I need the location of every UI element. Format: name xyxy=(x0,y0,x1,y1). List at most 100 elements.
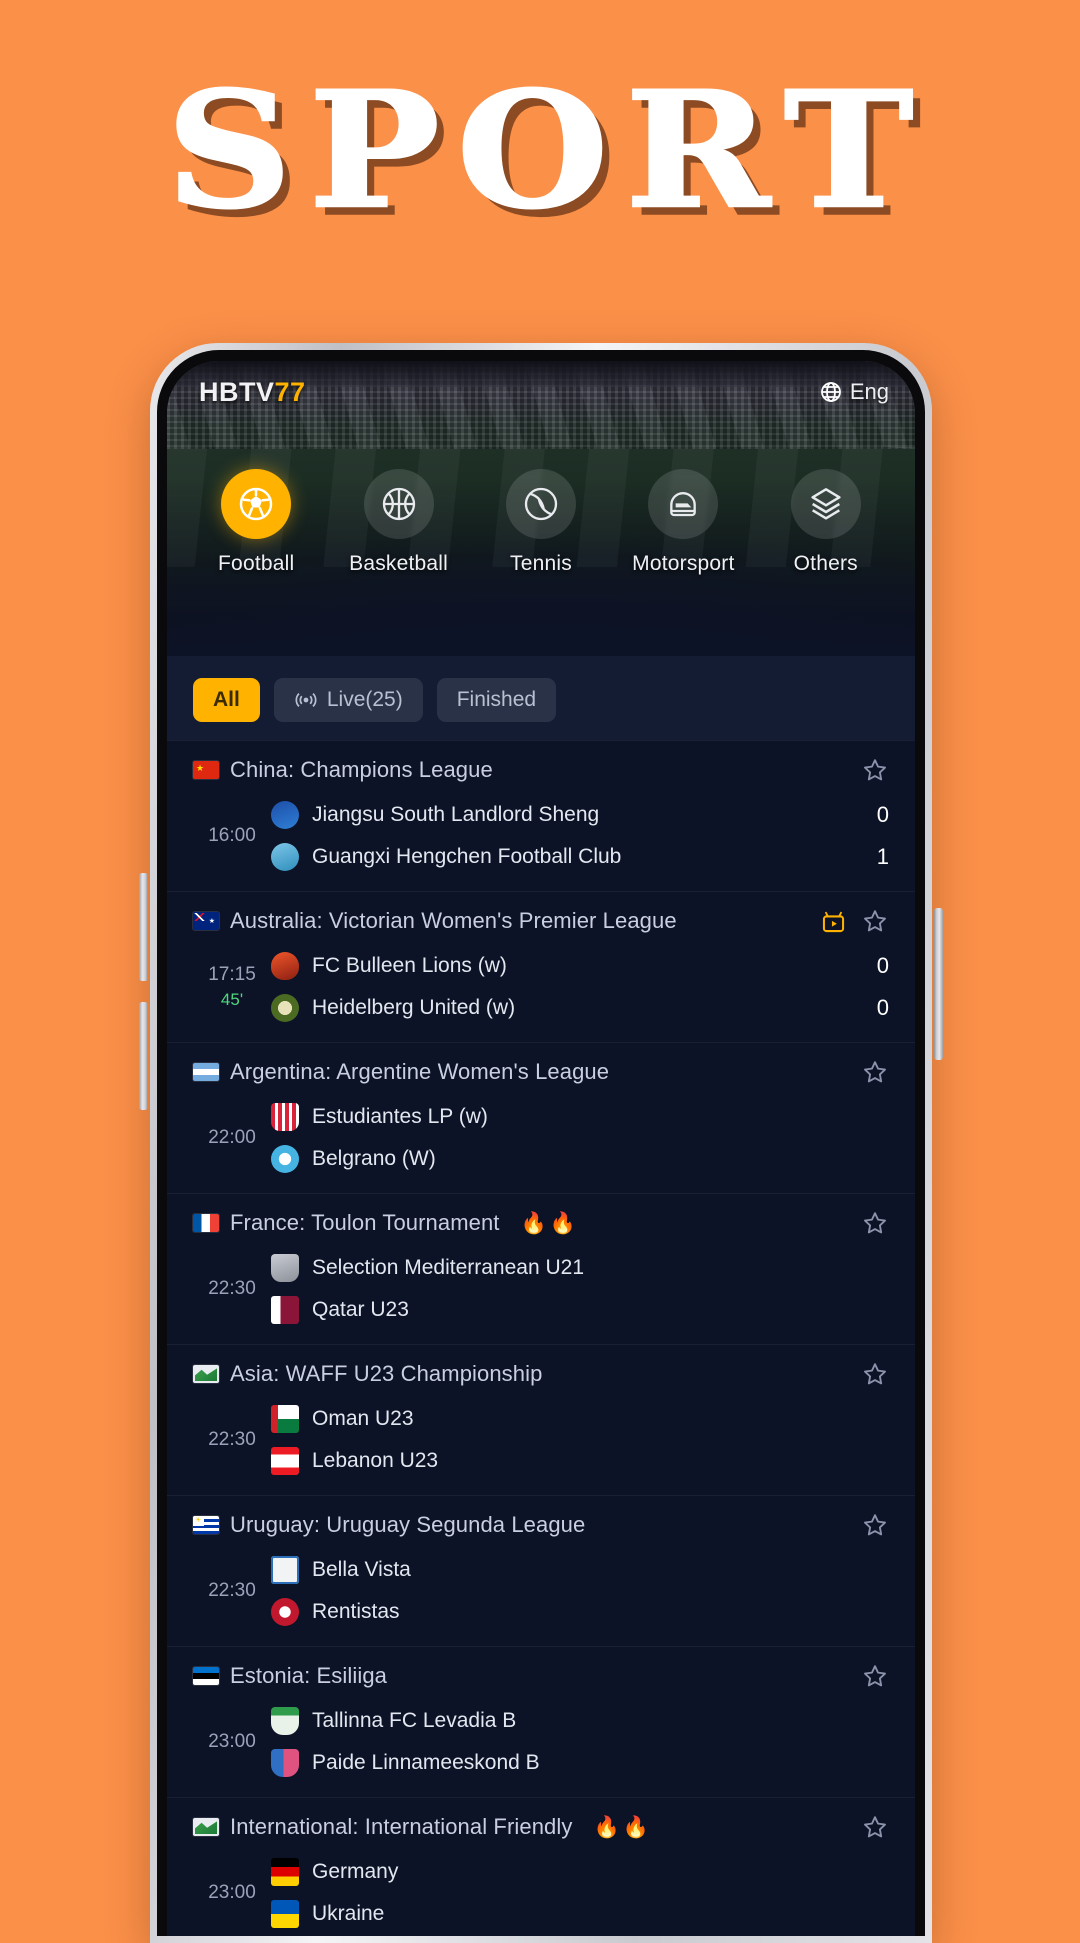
match-list-area: All Live(25) Finished ★ China: Champions… xyxy=(167,656,915,1936)
filter-all[interactable]: All xyxy=(193,678,260,722)
team-crest-icon xyxy=(271,1556,299,1584)
league-group: Asia: WAFF U23 Championship 22:30 Oman U… xyxy=(167,1344,915,1495)
match-row[interactable]: 22:30 Oman U23 Lebanon U23 xyxy=(167,1401,915,1491)
team-name: Tallinna FC Levadia B xyxy=(312,1709,517,1732)
match-scores xyxy=(829,1405,889,1475)
match-time: 23:00 xyxy=(193,1707,271,1777)
match-scores xyxy=(829,1707,889,1777)
team-crest-icon xyxy=(271,1405,299,1433)
league-group: International: International Friendly 🔥 🔥… xyxy=(167,1797,915,1936)
match-live-minute: 45' xyxy=(220,990,244,1009)
league-header[interactable]: Asia: WAFF U23 Championship xyxy=(167,1345,915,1401)
flag-icon xyxy=(193,1667,219,1685)
match-time: 22:30 xyxy=(193,1405,271,1475)
category-basketball[interactable]: Basketball xyxy=(335,469,463,576)
team-crest-icon xyxy=(271,952,299,980)
page-title: SPORT xyxy=(165,55,931,245)
league-actions xyxy=(861,1360,889,1388)
team-away: Ukraine xyxy=(271,1900,829,1928)
league-group: Argentina: Argentine Women's League 22:0… xyxy=(167,1042,915,1193)
league-name: Australia: Victorian Women's Premier Lea… xyxy=(230,908,677,933)
volume-up-button[interactable] xyxy=(139,873,148,981)
league-header[interactable]: ★ China: Champions League xyxy=(167,741,915,797)
league-actions xyxy=(861,1662,889,1690)
flag-icon xyxy=(193,1818,219,1836)
category-tennis[interactable]: Tennis xyxy=(477,469,605,576)
match-row[interactable]: 22:00 Estudiantes LP (w) Belgrano (W) xyxy=(167,1099,915,1189)
favorite-star-icon[interactable] xyxy=(861,1511,889,1539)
language-switcher[interactable]: Eng xyxy=(819,379,889,405)
app-logo-number: 77 xyxy=(274,377,306,407)
league-header[interactable]: Argentina: Argentine Women's League xyxy=(167,1043,915,1099)
tennis-icon xyxy=(524,487,558,521)
phone-mockup: HBTV77 Eng Football Basketball Tennis Mo… xyxy=(150,343,932,1943)
team-away: Guangxi Hengchen Football Club xyxy=(271,843,829,871)
flag-icon xyxy=(193,1365,219,1383)
motorsport-icon xyxy=(670,492,697,517)
tennis-icon-wrap xyxy=(505,469,576,539)
basketball-icon xyxy=(382,487,415,521)
favorite-star-icon[interactable] xyxy=(861,756,889,784)
team-away: Belgrano (W) xyxy=(271,1145,829,1173)
league-header[interactable]: International: International Friendly 🔥 🔥 xyxy=(167,1798,915,1854)
team-away: Lebanon U23 xyxy=(271,1447,829,1475)
match-row[interactable]: 23:00 Tallinna FC Levadia B Paide Linnam… xyxy=(167,1703,915,1793)
match-row[interactable]: 23:00 Germany Ukraine xyxy=(167,1854,915,1936)
filter-tabs: All Live(25) Finished xyxy=(167,656,915,740)
power-button[interactable] xyxy=(934,908,943,1060)
match-scores xyxy=(829,1254,889,1324)
league-actions xyxy=(861,756,889,784)
app-logo[interactable]: HBTV77 xyxy=(199,377,306,408)
match-teams: Germany Ukraine xyxy=(271,1858,829,1928)
score-home: 0 xyxy=(876,953,889,978)
team-home: Oman U23 xyxy=(271,1405,829,1433)
team-home: Bella Vista xyxy=(271,1556,829,1584)
team-name: Bella Vista xyxy=(312,1558,411,1581)
match-teams: Selection Mediterranean U21 Qatar U23 xyxy=(271,1254,829,1324)
favorite-star-icon[interactable] xyxy=(861,1813,889,1841)
league-header[interactable]: Estonia: Esiliiga xyxy=(167,1647,915,1703)
match-row[interactable]: 17:15 45' FC Bulleen Lions (w) Heidelber… xyxy=(167,948,915,1038)
category-others[interactable]: Others xyxy=(762,469,890,576)
team-crest-icon xyxy=(271,843,299,871)
league-name: China: Champions League xyxy=(230,757,493,782)
match-scores xyxy=(829,1103,889,1173)
favorite-star-icon[interactable] xyxy=(861,1058,889,1086)
team-crest-icon xyxy=(271,1858,299,1886)
match-row[interactable]: 22:30 Selection Mediterranean U21 Qatar … xyxy=(167,1250,915,1340)
match-scores xyxy=(829,1858,889,1928)
category-motorsport[interactable]: Motorsport xyxy=(619,469,747,576)
match-kickoff: 22:30 xyxy=(208,1278,256,1299)
team-crest-icon xyxy=(271,1707,299,1735)
team-name: Lebanon U23 xyxy=(312,1449,439,1472)
match-kickoff: 23:00 xyxy=(208,1882,256,1903)
category-football[interactable]: Football xyxy=(192,469,320,576)
league-header[interactable]: ★ Australia: Victorian Women's Premier L… xyxy=(167,892,915,948)
team-crest-icon xyxy=(271,1447,299,1475)
league-actions xyxy=(861,1511,889,1539)
team-away: Heidelberg United (w) xyxy=(271,994,829,1022)
score-home: 0 xyxy=(876,802,889,827)
filter-finished[interactable]: Finished xyxy=(436,678,557,722)
match-row[interactable]: 16:00 Jiangsu South Landlord Sheng Guang… xyxy=(167,797,915,887)
match-row[interactable]: 22:30 Bella Vista Rentistas xyxy=(167,1552,915,1642)
favorite-star-icon[interactable] xyxy=(861,1662,889,1690)
league-header[interactable]: France: Toulon Tournament 🔥 🔥 xyxy=(167,1194,915,1250)
team-crest-icon xyxy=(271,1296,299,1324)
favorite-star-icon[interactable] xyxy=(861,1360,889,1388)
sport-category-nav: Football Basketball Tennis Motorsport Ot… xyxy=(167,469,915,576)
team-name: Guangxi Hengchen Football Club xyxy=(312,845,622,868)
favorite-star-icon[interactable] xyxy=(861,907,889,935)
favorite-star-icon[interactable] xyxy=(861,1209,889,1237)
volume-down-button[interactable] xyxy=(139,1002,148,1110)
league-header[interactable]: ☀ Uruguay: Uruguay Segunda League xyxy=(167,1496,915,1552)
league-name: International: International Friendly xyxy=(230,1814,573,1839)
broadcast-icon xyxy=(295,692,317,708)
league-group: Estonia: Esiliiga 23:00 Tallinna FC Leva… xyxy=(167,1646,915,1797)
live-stream-icon[interactable] xyxy=(820,908,847,935)
match-kickoff: 22:00 xyxy=(208,1127,256,1148)
match-time: 22:00 xyxy=(193,1103,271,1173)
league-name: Asia: WAFF U23 Championship xyxy=(230,1361,543,1386)
football-icon xyxy=(239,487,273,521)
filter-live[interactable]: Live(25) xyxy=(273,678,423,722)
